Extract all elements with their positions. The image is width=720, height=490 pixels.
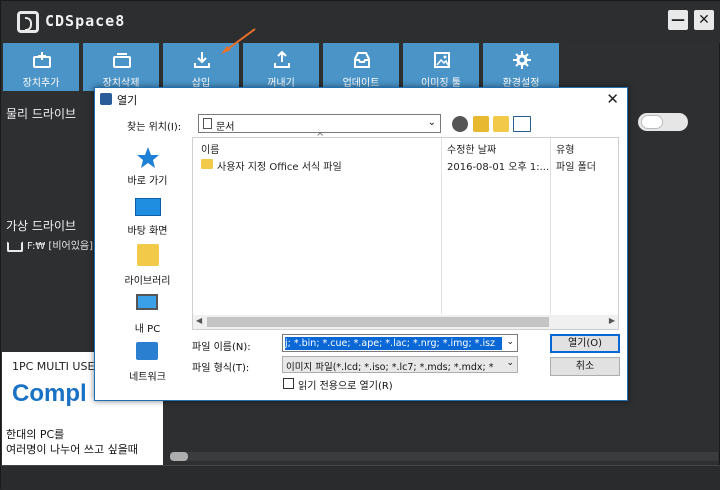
filename-label: 파일 이름(N):: [192, 342, 251, 353]
scrollbar-thumb[interactable]: [207, 317, 549, 327]
place-label: 바로 가기: [127, 176, 168, 187]
column-header-type[interactable]: 유형: [556, 141, 574, 156]
library-icon: [137, 244, 159, 266]
filetype-value: 이미지 파일(*.lcd; *.iso; *.lc7; *.mds; *.mdx…: [286, 362, 494, 373]
filename-input[interactable]: j; *.bin; *.cue; *.ape; *.lac; *.nrg; *.…: [282, 334, 518, 352]
look-in-value: 문서: [216, 122, 235, 133]
chevron-down-icon[interactable]: ⌄: [506, 337, 514, 347]
filetype-select[interactable]: 이미지 파일(*.lcd; *.iso; *.lc7; *.mds; *.mdx…: [282, 356, 518, 373]
chevron-down-icon: ⌄: [506, 358, 514, 368]
add-device-button[interactable]: 장치추가: [3, 43, 81, 91]
add-device-label: 장치추가: [22, 78, 60, 89]
place-label: 네트워크: [129, 372, 166, 383]
open-file-dialog: 열기 ✕ 찾는 위치(I): 문서 ⌄ 바로 가기 바탕 화면 라이브러리 내 …: [94, 87, 628, 401]
update-button[interactable]: 업데이트: [323, 43, 401, 91]
document-icon: [203, 118, 212, 129]
chevron-down-icon: ⌄: [427, 117, 436, 128]
file-list: ^ 이름 수정한 날짜 유형 사용자 지정 Office 서식 파일 2016-…: [192, 132, 619, 330]
close-button[interactable]: ✕: [694, 10, 714, 30]
virtual-drive-title: 가상 드라이브: [6, 219, 77, 233]
file-date-cell: 2016-08-01 오후 1:...: [447, 162, 550, 173]
sort-ascending-icon: ^: [316, 132, 325, 143]
ad-text-line2: 여러명이 나누어 쓰고 싶을때: [6, 443, 138, 456]
app-title: CDSpace8: [45, 12, 126, 30]
filename-value: j; *.bin; *.cue; *.ape; *.lac; *.nrg; *.…: [285, 337, 502, 350]
back-icon[interactable]: [452, 116, 468, 132]
app-logo-icon: [17, 11, 39, 33]
open-button[interactable]: 열기(O): [550, 334, 620, 353]
update-icon: [354, 52, 370, 68]
file-name-cell[interactable]: 사용자 지정 Office 서식 파일: [217, 158, 342, 173]
place-libraries[interactable]: 라이브러리: [105, 242, 190, 294]
cancel-button[interactable]: 취소: [550, 357, 620, 376]
place-quick-access[interactable]: 바로 가기: [105, 142, 190, 194]
main-horizontal-scrollbar[interactable]: [170, 452, 718, 461]
dialog-close-button[interactable]: ✕: [606, 90, 619, 108]
folder-icon: [201, 159, 213, 169]
place-desktop[interactable]: 바탕 화면: [105, 192, 190, 244]
status-bar: [1, 465, 720, 490]
file-list-horizontal-scrollbar[interactable]: ◀ ▶: [193, 315, 618, 329]
computer-icon: [136, 294, 158, 310]
remove-drive-icon: [113, 53, 131, 68]
place-this-pc[interactable]: 내 PC: [105, 290, 190, 342]
settings-button[interactable]: 환경설정: [483, 43, 561, 91]
places-bar: 바로 가기 바탕 화면 라이브러리 내 PC 네트워크: [105, 138, 190, 384]
place-label: 라이브러리: [124, 276, 171, 287]
star-icon: [137, 147, 159, 168]
column-header-date[interactable]: 수정한 날짜: [447, 141, 496, 156]
virtual-drive-item[interactable]: F:₩ [비어있음]: [27, 237, 93, 252]
readonly-checkbox[interactable]: [283, 378, 294, 389]
look-in-dropdown[interactable]: 문서 ⌄: [198, 114, 441, 133]
new-folder-icon[interactable]: [493, 116, 509, 132]
scrollbar-thumb[interactable]: [170, 452, 188, 461]
network-icon: [136, 342, 158, 360]
app-window: CDSpace8 — ✕ 장치추가 장치삭제 삽입 꺼내기 업데이트 이미징 툴: [0, 0, 720, 490]
dialog-title: 열기: [117, 94, 138, 107]
settings-gear-icon: [513, 51, 531, 69]
file-type-cell: 파일 폴더: [556, 162, 596, 173]
grid-view-icon[interactable]: [664, 115, 686, 129]
scroll-right-icon[interactable]: ▶: [609, 316, 615, 325]
imaging-tool-icon: [434, 52, 450, 68]
place-network[interactable]: 네트워크: [105, 338, 190, 390]
column-header-name[interactable]: 이름: [201, 141, 219, 156]
column-divider: [441, 138, 442, 314]
readonly-label[interactable]: 읽기 전용으로 열기(R): [298, 377, 393, 392]
remove-device-button[interactable]: 장치삭제: [83, 43, 161, 91]
eject-icon: [274, 51, 290, 68]
filetype-label: 파일 형식(T):: [192, 363, 250, 374]
view-toggle[interactable]: [638, 113, 688, 131]
up-folder-icon[interactable]: [473, 116, 489, 132]
column-divider: [550, 138, 551, 314]
scroll-left-icon[interactable]: ◀: [196, 316, 202, 325]
physical-drive-title: 물리 드라이브: [6, 107, 77, 121]
view-menu-icon[interactable]: [513, 116, 531, 132]
annotation-arrow-icon: [221, 28, 256, 54]
look-in-label: 찾는 위치(I):: [127, 122, 182, 133]
imaging-tool-button[interactable]: 이미징 툴: [403, 43, 481, 91]
list-view-icon[interactable]: [641, 115, 663, 129]
drive-icon: [7, 241, 23, 252]
toolbar: 장치추가 장치삭제 삽입 꺼내기 업데이트 이미징 툴 환경설정: [3, 43, 563, 91]
add-drive-icon: [33, 52, 51, 68]
title-bar: CDSpace8 — ✕: [1, 1, 720, 43]
insert-icon: [194, 52, 210, 68]
dialog-app-icon: [100, 93, 112, 105]
ad-tagline: 1PC MULTI USER: [12, 360, 103, 373]
ad-text-line1: 한대의 PC를: [6, 428, 65, 441]
place-label: 바탕 화면: [127, 226, 168, 237]
minimize-button[interactable]: —: [668, 10, 688, 30]
place-label: 내 PC: [134, 324, 161, 335]
desktop-icon: [135, 198, 161, 216]
